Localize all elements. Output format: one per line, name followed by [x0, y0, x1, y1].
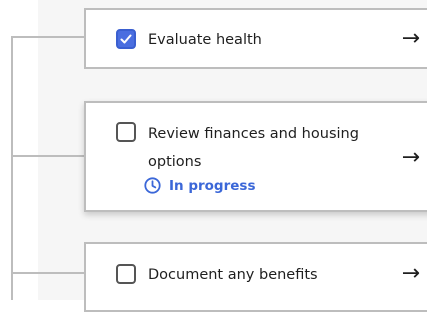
- task-title: Document any benefits: [148, 267, 318, 283]
- task-checkbox[interactable]: [116, 122, 136, 142]
- task-checkbox[interactable]: [116, 264, 136, 284]
- tree-connector-branch: [11, 155, 84, 157]
- arrow-right-icon[interactable]: →: [402, 147, 420, 169]
- task-title: Review finances and housing options: [148, 126, 359, 170]
- task-title: Evaluate health: [148, 32, 262, 48]
- tree-connector-branch: [11, 36, 84, 38]
- task-card[interactable]: Document any benefits →: [84, 242, 427, 312]
- status-indicator: In progress: [144, 177, 255, 194]
- arrow-right-icon[interactable]: →: [402, 28, 420, 50]
- tree-connector-vertical: [11, 36, 13, 300]
- task-checkbox[interactable]: [116, 29, 136, 49]
- checkmark-icon: [120, 34, 132, 44]
- clock-icon: [144, 177, 161, 194]
- tree-connector-branch: [11, 272, 84, 274]
- task-card[interactable]: Evaluate health →: [84, 8, 427, 69]
- arrow-right-icon[interactable]: →: [402, 263, 420, 285]
- task-card[interactable]: Review finances and housing options → In…: [84, 101, 427, 212]
- status-label: In progress: [169, 177, 256, 194]
